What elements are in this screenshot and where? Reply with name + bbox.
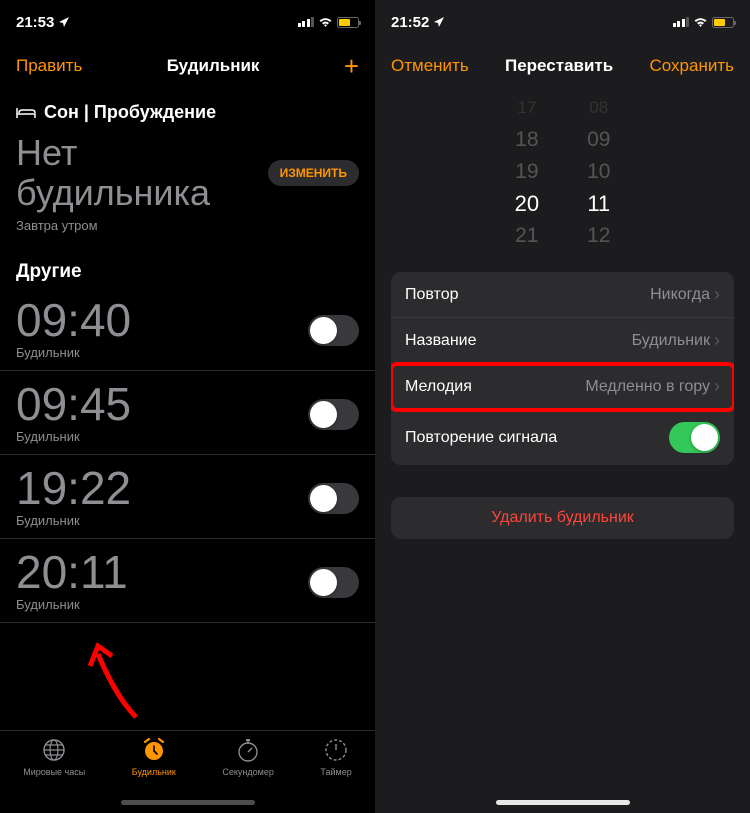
alarm-time: 20:11: [16, 549, 128, 595]
stopwatch-icon: [235, 737, 261, 763]
settings-group: Повтор Никогда› Название Будильник› Мело…: [391, 272, 734, 465]
setting-value: Никогда: [650, 286, 710, 304]
battery-icon: [337, 17, 359, 28]
alarm-label: Будильник: [16, 597, 128, 612]
snooze-row: Повторение сигнала: [391, 410, 734, 465]
alarm-row[interactable]: 09:45 Будильник: [0, 371, 375, 455]
no-alarm-text: Нет будильника: [16, 133, 268, 212]
setting-value: Медленно в гору: [585, 378, 710, 396]
nav-bar: Отменить Переставить Сохранить: [375, 44, 750, 88]
bed-icon: [16, 106, 36, 119]
annotation-arrow: [86, 642, 146, 722]
home-indicator[interactable]: [496, 800, 630, 805]
tab-label: Таймер: [320, 767, 351, 777]
tab-label: Будильник: [132, 767, 176, 777]
hour-picker[interactable]: 17 18 19 20 21 22 23: [515, 92, 539, 256]
wifi-icon: [318, 17, 333, 28]
tomorrow-label: Завтра утром: [0, 218, 375, 243]
delete-alarm-button[interactable]: Удалить будильник: [391, 497, 734, 539]
alarm-toggle[interactable]: [308, 483, 359, 514]
chevron-right-icon: ›: [714, 330, 720, 351]
status-time: 21:53: [16, 14, 54, 31]
tab-timer[interactable]: Таймер: [320, 737, 351, 777]
edit-button[interactable]: Править: [16, 56, 82, 76]
tab-label: Мировые часы: [23, 767, 85, 777]
change-button[interactable]: ИЗМЕНИТЬ: [268, 160, 359, 186]
chevron-right-icon: ›: [714, 376, 720, 397]
location-icon: [58, 16, 70, 28]
time-picker[interactable]: 17 18 19 20 21 22 23 08 09 10 11 12 13 1…: [391, 92, 734, 256]
alarm-row[interactable]: 20:11 Будильник: [0, 539, 375, 623]
wifi-icon: [693, 17, 708, 28]
timer-icon: [323, 737, 349, 763]
delete-group: Удалить будильник: [391, 497, 734, 539]
sleep-alarm-row: Нет будильника ИЗМЕНИТЬ: [0, 131, 375, 218]
sleep-section-header: Сон | Пробуждение: [0, 88, 375, 131]
alarm-label: Будильник: [16, 345, 131, 360]
setting-value: Будильник: [632, 332, 710, 350]
signal-icon: [298, 17, 315, 27]
status-bar: 21:53: [0, 0, 375, 44]
alarm-time: 09:40: [16, 297, 131, 343]
setting-label: Повтор: [405, 286, 459, 304]
signal-icon: [673, 17, 690, 27]
location-icon: [433, 16, 445, 28]
repeat-row[interactable]: Повтор Никогда›: [391, 272, 734, 318]
edit-alarm-screen: 21:52 Отменить Переставить Сохранить 17 …: [375, 0, 750, 813]
alarm-list-screen: 21:53 Править Будильник + Сон | Пробужде…: [0, 0, 375, 813]
setting-label: Название: [405, 332, 477, 350]
page-title: Переставить: [505, 56, 613, 76]
snooze-toggle[interactable]: [669, 422, 720, 453]
status-time: 21:52: [391, 14, 429, 31]
alarm-time: 19:22: [16, 465, 131, 511]
setting-label: Мелодия: [405, 378, 472, 396]
chevron-right-icon: ›: [714, 284, 720, 305]
setting-label: Повторение сигнала: [405, 429, 557, 447]
page-title: Будильник: [167, 56, 260, 76]
alarm-row[interactable]: 09:40 Будильник: [0, 287, 375, 371]
save-button[interactable]: Сохранить: [650, 56, 734, 76]
sound-row[interactable]: Мелодия Медленно в гору›: [391, 364, 734, 410]
tab-label: Секундомер: [222, 767, 273, 777]
tab-stopwatch[interactable]: Секундомер: [222, 737, 273, 777]
cancel-button[interactable]: Отменить: [391, 56, 469, 76]
status-bar: 21:52: [375, 0, 750, 44]
sleep-header-label: Сон | Пробуждение: [44, 102, 216, 123]
alarm-time: 09:45: [16, 381, 131, 427]
globe-icon: [41, 737, 67, 763]
name-row[interactable]: Название Будильник›: [391, 318, 734, 364]
alarm-label: Будильник: [16, 429, 131, 444]
home-indicator[interactable]: [121, 800, 255, 805]
alarm-icon: [141, 737, 167, 763]
other-section-header: Другие: [0, 243, 375, 287]
minute-picker[interactable]: 08 09 10 11 12 13 14: [587, 92, 610, 256]
alarm-row[interactable]: 19:22 Будильник: [0, 455, 375, 539]
battery-icon: [712, 17, 734, 28]
nav-bar: Править Будильник +: [0, 44, 375, 88]
alarm-toggle[interactable]: [308, 567, 359, 598]
alarm-toggle[interactable]: [308, 315, 359, 346]
tab-alarm[interactable]: Будильник: [132, 737, 176, 777]
add-alarm-button[interactable]: +: [344, 51, 359, 82]
tab-world-clock[interactable]: Мировые часы: [23, 737, 85, 777]
alarm-label: Будильник: [16, 513, 131, 528]
alarm-toggle[interactable]: [308, 399, 359, 430]
